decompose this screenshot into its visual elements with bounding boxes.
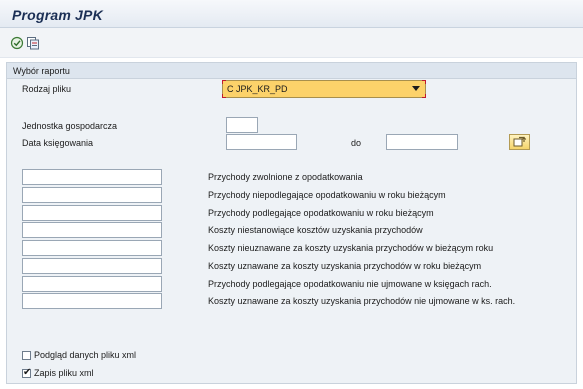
posting-date-to-input[interactable] — [386, 134, 458, 150]
account-label-3: Przychody podlegające opodatkowaniu w ro… — [208, 208, 434, 218]
file-type-label: Rodzaj pliku — [22, 84, 72, 94]
account-label-4: Koszty niestanowiące kosztów uzyskania p… — [208, 225, 423, 235]
account-input-3[interactable] — [22, 205, 162, 221]
account-label-1: Przychody zwolnione z opodatkowania — [208, 172, 363, 182]
company-code-input[interactable] — [226, 117, 258, 133]
focus-corner — [222, 80, 226, 84]
save-xml-checkbox[interactable]: ✔ — [22, 367, 32, 378]
posting-date-to-label: do — [351, 138, 362, 148]
account-input-5[interactable] — [22, 240, 162, 256]
account-label-8: Koszty uznawane za koszty uzyskania przy… — [208, 296, 516, 306]
account-input-1[interactable] — [22, 169, 162, 185]
file-type-value: C JPK_KR_PD — [227, 84, 288, 94]
chevron-down-icon[interactable] — [412, 86, 420, 91]
section-header: Wybór raportu — [7, 63, 576, 79]
title-bar: Program JPK — [0, 0, 583, 28]
execute-icon[interactable] — [10, 36, 24, 50]
account-label-6: Koszty uznawane za koszty uzyskania przy… — [208, 261, 482, 271]
company-code-label: Jednostka gospodarcza — [22, 121, 118, 131]
multiple-selection-icon — [513, 136, 527, 147]
account-label-2: Przychody niepodlegające opodatkowaniu w… — [208, 190, 446, 200]
posting-date-label: Data księgowania — [22, 138, 94, 148]
focus-corner — [222, 94, 226, 98]
focus-corner — [422, 94, 426, 98]
toolbar — [0, 28, 583, 58]
posting-date-from-input[interactable] — [226, 134, 297, 150]
account-label-7: Przychody podlegające opodatkowaniu nie … — [208, 279, 492, 289]
section-header-label: Wybór raportu — [13, 66, 70, 76]
file-type-select[interactable]: C JPK_KR_PD — [222, 80, 426, 98]
account-label-5: Koszty nieuznawane za koszty uzyskania p… — [208, 243, 494, 253]
focus-corner — [422, 80, 426, 84]
account-input-4[interactable] — [22, 222, 162, 238]
preview-xml-checkbox[interactable] — [22, 351, 31, 360]
check-mark-icon: ✔ — [23, 367, 32, 378]
account-input-7[interactable] — [22, 276, 162, 292]
multiple-selection-button[interactable] — [509, 134, 530, 150]
account-input-8[interactable] — [22, 293, 162, 309]
preview-xml-label: Podgląd danych pliku xml — [34, 350, 137, 360]
account-input-2[interactable] — [22, 187, 162, 203]
save-xml-label: Zapis pliku xml — [34, 368, 94, 378]
account-input-6[interactable] — [22, 258, 162, 274]
get-variant-icon[interactable] — [26, 36, 40, 50]
page-title: Program JPK — [12, 7, 103, 23]
